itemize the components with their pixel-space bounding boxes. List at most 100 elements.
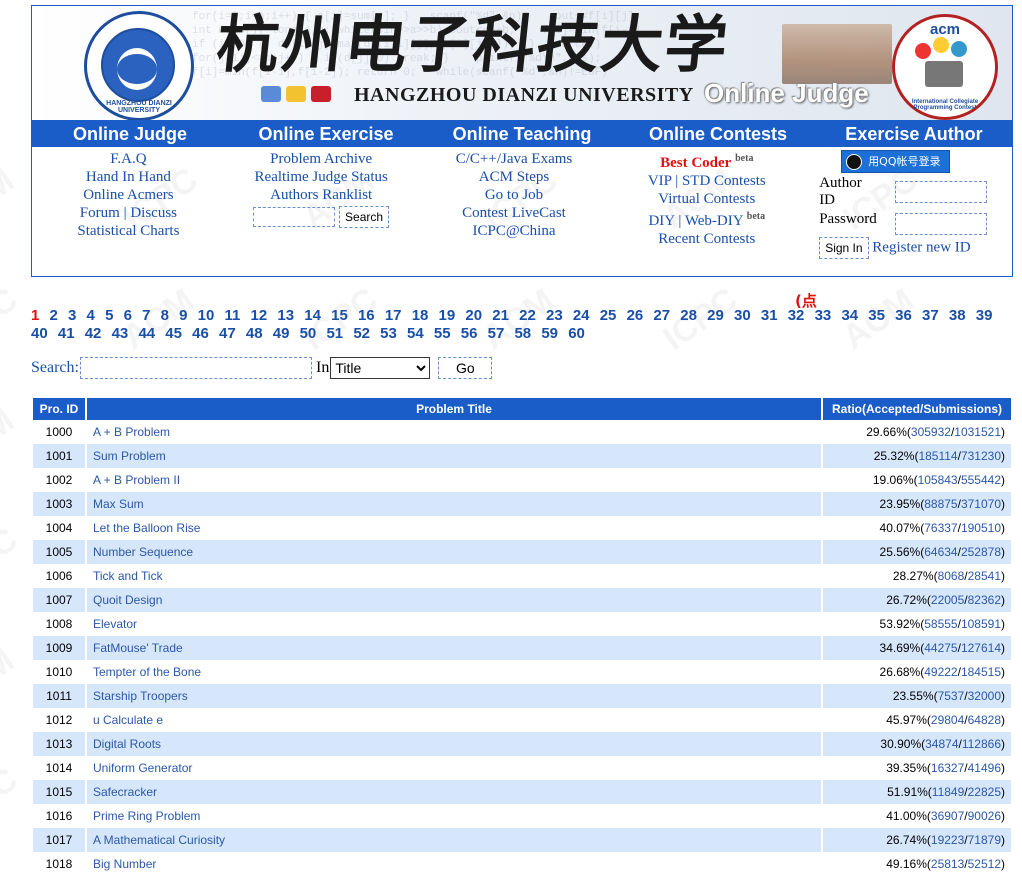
page-link[interactable]: 34 bbox=[841, 307, 858, 324]
page-link[interactable]: 50 bbox=[300, 325, 317, 342]
accepted-count-link[interactable]: 16327 bbox=[931, 761, 964, 775]
link-web-diy[interactable]: Web-DIY bbox=[685, 213, 743, 229]
submissions-count-link[interactable]: 82362 bbox=[968, 593, 1001, 607]
accepted-count-link[interactable]: 58555 bbox=[924, 617, 957, 631]
page-link[interactable]: 54 bbox=[407, 325, 424, 342]
page-link[interactable]: 35 bbox=[868, 307, 885, 324]
sign-in-button[interactable]: Sign In bbox=[819, 237, 869, 259]
page-link[interactable]: 43 bbox=[112, 325, 129, 342]
accepted-count-link[interactable]: 49222 bbox=[924, 665, 957, 679]
page-link[interactable]: 21 bbox=[492, 307, 509, 324]
page-link[interactable]: 19 bbox=[439, 307, 456, 324]
link-vip-contests[interactable]: VIP bbox=[648, 173, 672, 189]
link-discuss[interactable]: Discuss bbox=[130, 205, 177, 221]
page-link[interactable]: 4 bbox=[87, 307, 95, 324]
link-exams[interactable]: C/C++/Java Exams bbox=[456, 151, 573, 167]
page-link[interactable]: 41 bbox=[58, 325, 75, 342]
submissions-count-link[interactable]: 22825 bbox=[968, 785, 1001, 799]
page-link[interactable]: 38 bbox=[949, 307, 966, 324]
accepted-count-link[interactable]: 34874 bbox=[925, 737, 958, 751]
link-std-contests[interactable]: STD Contests bbox=[682, 173, 766, 189]
problem-search-input[interactable] bbox=[253, 207, 336, 227]
page-link[interactable]: 52 bbox=[353, 325, 370, 342]
problem-title-link[interactable]: Number Sequence bbox=[93, 545, 193, 559]
submissions-count-link[interactable]: 190510 bbox=[961, 521, 1001, 535]
problem-title-link[interactable]: Big Number bbox=[93, 857, 156, 871]
problem-title-link[interactable]: Let the Balloon Rise bbox=[93, 521, 200, 535]
accepted-count-link[interactable]: 11849 bbox=[932, 785, 964, 799]
author-id-input[interactable] bbox=[895, 181, 988, 203]
page-link[interactable]: 5 bbox=[105, 307, 113, 324]
submissions-count-link[interactable]: 112866 bbox=[962, 737, 1001, 751]
link-diy[interactable]: DIY bbox=[648, 213, 674, 229]
problem-search-button[interactable]: Search bbox=[339, 206, 390, 228]
page-link[interactable]: 29 bbox=[707, 307, 724, 324]
page-link[interactable]: 53 bbox=[380, 325, 397, 342]
page-link[interactable]: 23 bbox=[546, 307, 563, 324]
page-link[interactable]: 27 bbox=[653, 307, 670, 324]
link-faq[interactable]: F.A.Q bbox=[110, 151, 146, 167]
link-problem-archive[interactable]: Problem Archive bbox=[270, 151, 372, 167]
page-link[interactable]: 30 bbox=[734, 307, 751, 324]
problem-title-link[interactable]: Tick and Tick bbox=[93, 569, 163, 583]
page-link[interactable]: 24 bbox=[573, 307, 590, 324]
problem-title-link[interactable]: FatMouse' Trade bbox=[93, 641, 183, 655]
page-link[interactable]: 48 bbox=[246, 325, 263, 342]
page-link[interactable]: 17 bbox=[385, 307, 402, 324]
page-link[interactable]: 37 bbox=[922, 307, 939, 324]
page-link[interactable]: 18 bbox=[412, 307, 429, 324]
problem-title-link[interactable]: Sum Problem bbox=[93, 449, 166, 463]
page-link[interactable]: 58 bbox=[514, 325, 531, 342]
submissions-count-link[interactable]: 731230 bbox=[961, 449, 1001, 463]
page-link[interactable]: 33 bbox=[815, 307, 832, 324]
page-link[interactable]: 1 bbox=[31, 307, 39, 324]
problem-title-link[interactable]: Starship Troopers bbox=[93, 689, 188, 703]
accepted-count-link[interactable]: 64634 bbox=[924, 545, 957, 559]
accepted-count-link[interactable]: 8068 bbox=[938, 569, 965, 583]
submissions-count-link[interactable]: 184515 bbox=[961, 665, 1001, 679]
page-link[interactable]: 60 bbox=[568, 325, 585, 342]
page-link[interactable]: 40 bbox=[31, 325, 48, 342]
page-link[interactable]: 32 bbox=[788, 307, 805, 324]
page-link[interactable]: 25 bbox=[600, 307, 617, 324]
page-link[interactable]: 55 bbox=[434, 325, 451, 342]
page-link[interactable]: 20 bbox=[465, 307, 482, 324]
submissions-count-link[interactable]: 371070 bbox=[961, 497, 1001, 511]
page-link[interactable]: 12 bbox=[251, 307, 268, 324]
search-go-button[interactable]: Go bbox=[438, 357, 493, 379]
problem-title-link[interactable]: Tempter of the Bone bbox=[93, 665, 201, 679]
link-online-acmers[interactable]: Online Acmers bbox=[83, 187, 173, 203]
accepted-count-link[interactable]: 44275 bbox=[924, 641, 957, 655]
page-link[interactable]: 28 bbox=[680, 307, 697, 324]
link-contest-livecast[interactable]: Contest LiveCast bbox=[462, 205, 566, 221]
page-link[interactable]: 7 bbox=[142, 307, 150, 324]
search-field-select[interactable]: Title bbox=[330, 357, 431, 379]
submissions-count-link[interactable]: 71879 bbox=[968, 833, 1001, 847]
problem-title-link[interactable]: Prime Ring Problem bbox=[93, 809, 200, 823]
submissions-count-link[interactable]: 127614 bbox=[961, 641, 1001, 655]
page-link[interactable]: 2 bbox=[50, 307, 58, 324]
page-link[interactable]: 22 bbox=[519, 307, 536, 324]
link-recent-contests[interactable]: Recent Contests bbox=[658, 231, 755, 247]
page-link[interactable]: 44 bbox=[138, 325, 155, 342]
link-virtual-contests[interactable]: Virtual Contests bbox=[658, 191, 755, 207]
problem-title-link[interactable]: A + B Problem bbox=[93, 425, 170, 439]
link-best-coder[interactable]: Best Coder bbox=[660, 155, 731, 171]
accepted-count-link[interactable]: 7537 bbox=[938, 689, 965, 703]
link-icpc-china[interactable]: ICPC@China bbox=[472, 223, 555, 239]
page-link[interactable]: 47 bbox=[219, 325, 236, 342]
page-link[interactable]: 56 bbox=[461, 325, 478, 342]
submissions-count-link[interactable]: 64828 bbox=[968, 713, 1001, 727]
page-link[interactable]: 51 bbox=[326, 325, 343, 342]
submissions-count-link[interactable]: 1031521 bbox=[954, 425, 1001, 439]
page-link[interactable]: 13 bbox=[277, 307, 294, 324]
accepted-count-link[interactable]: 25813 bbox=[931, 857, 964, 871]
submissions-count-link[interactable]: 28541 bbox=[968, 569, 1001, 583]
accepted-count-link[interactable]: 185114 bbox=[918, 449, 957, 463]
accepted-count-link[interactable]: 305932 bbox=[911, 425, 951, 439]
problem-title-link[interactable]: Safecracker bbox=[93, 785, 157, 799]
link-acm-steps[interactable]: ACM Steps bbox=[479, 169, 549, 185]
problem-title-link[interactable]: Digital Roots bbox=[93, 737, 161, 751]
submissions-count-link[interactable]: 555442 bbox=[961, 473, 1001, 487]
page-link[interactable]: 45 bbox=[165, 325, 182, 342]
